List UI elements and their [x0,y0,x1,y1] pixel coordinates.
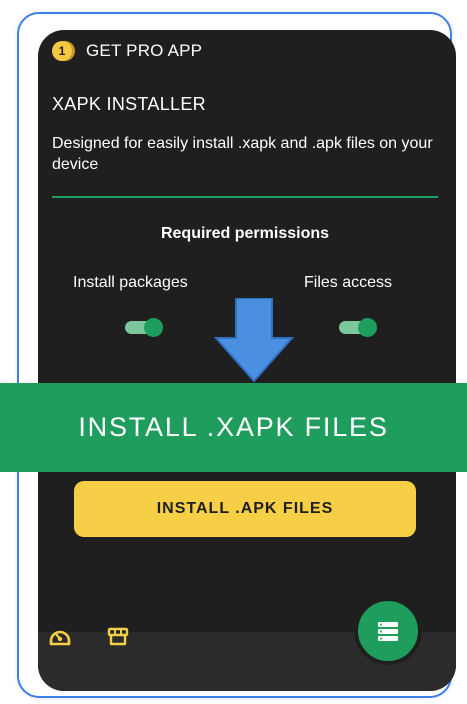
divider [52,196,438,198]
get-pro-label: GET PRO APP [86,41,203,60]
store-icon[interactable] [106,624,130,648]
get-pro-link[interactable]: 1 GET PRO APP [52,38,202,64]
permissions-title: Required permissions [160,225,330,242]
permission-label-files-access: Files access [304,274,393,291]
permission-label-install-packages: Install packages [73,274,188,291]
dashboard-icon[interactable] [48,624,72,648]
app-title: XAPK INSTALLER [52,94,206,114]
down-arrow-icon [214,298,294,382]
install-xapk-button[interactable]: INSTALL .XAPK FILES [0,383,467,472]
toggle-knob [358,318,377,337]
menu-fab-button[interactable] [354,597,422,665]
pro-coin-icon: 1 [52,41,72,61]
list-menu-icon [378,622,398,641]
toggle-knob [144,318,163,337]
install-apk-button[interactable]: INSTALL .APK FILES [74,481,416,537]
files-access-toggle[interactable] [339,318,377,337]
install-packages-toggle[interactable] [125,318,163,337]
app-description: Designed for easily install .xapk and .a… [52,135,433,173]
